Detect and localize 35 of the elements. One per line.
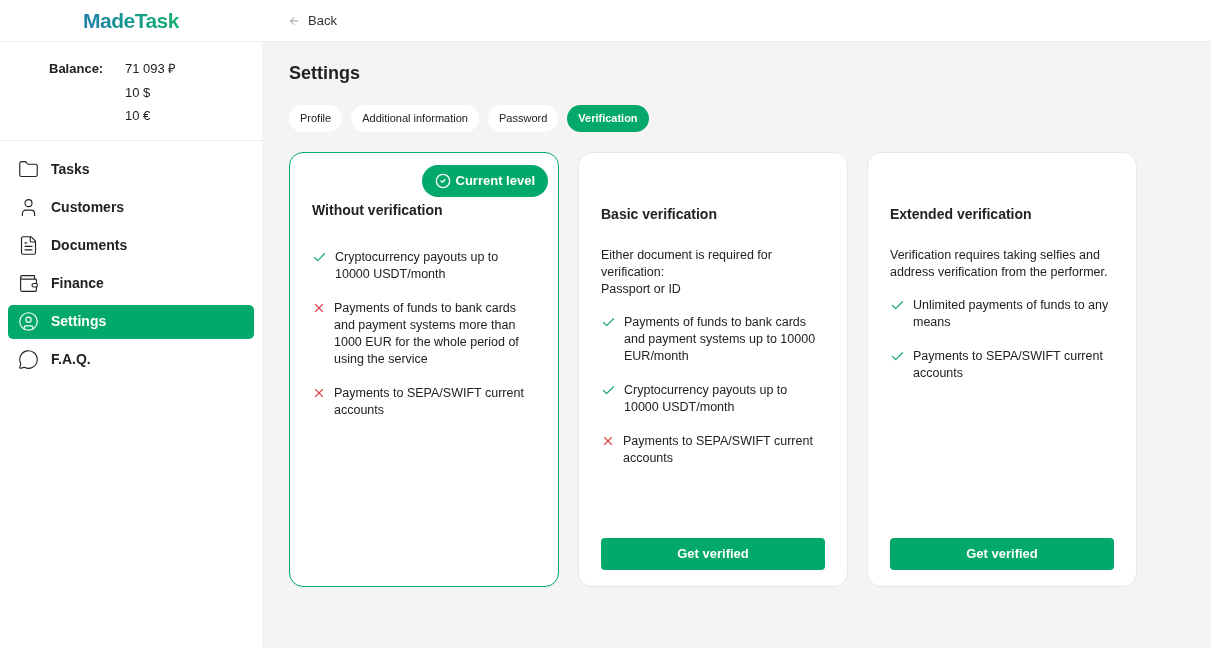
card-title: Without verification bbox=[312, 201, 444, 220]
nav-item[interactable]: Tasks bbox=[8, 152, 254, 187]
balance-label: Balance: bbox=[49, 60, 105, 78]
tab[interactable]: Profile bbox=[289, 105, 343, 132]
back-link[interactable]: Back bbox=[288, 10, 337, 31]
nav-item[interactable]: Documents bbox=[8, 228, 254, 263]
feature-text: Cryptocurrency payouts up to 10000 USDT/month bbox=[335, 249, 500, 283]
card-description: Either document is required for verification: Passport or ID bbox=[601, 247, 773, 298]
feature-text: Payments of funds to bank cards and payment systems up to 10000 EUR/month bbox=[624, 314, 817, 365]
feature-text: Payments to SEPA/SWIFT current accounts bbox=[334, 385, 525, 419]
user-circle-icon bbox=[18, 311, 39, 332]
feature-text: Payments of funds to bank cards and payment systems more than 1000 EUR for the whole period of using the service bbox=[334, 300, 520, 368]
nav-item[interactable]: Customers bbox=[8, 190, 254, 225]
feature-text: Unlimited payments of funds to any means bbox=[913, 297, 1110, 331]
nav-item[interactable]: Finance bbox=[8, 266, 254, 301]
card-title: Extended verification bbox=[890, 205, 1033, 224]
feature-text: Payments to SEPA/SWIFT current accounts bbox=[623, 433, 814, 467]
tab[interactable]: Additional information bbox=[351, 105, 479, 132]
page-title: Settings bbox=[289, 62, 361, 85]
speech-bubble-icon bbox=[18, 349, 39, 370]
tab[interactable]: Password bbox=[488, 105, 559, 132]
balance-amount: 10 $ bbox=[125, 83, 152, 102]
current-level-badge: Current level bbox=[421, 165, 548, 197]
feature-text: Cryptocurrency payouts up to 10000 USDT/month bbox=[624, 382, 789, 416]
check-circle-icon bbox=[434, 173, 451, 189]
card-title: Basic verification bbox=[601, 205, 718, 224]
balance-amount: 10 € bbox=[125, 107, 152, 125]
nav-item[interactable]: F.A.Q. bbox=[8, 342, 254, 377]
balance-amount: 71 093 ₽ bbox=[125, 60, 177, 78]
folder-icon bbox=[18, 159, 39, 180]
arrow-left-icon bbox=[288, 14, 300, 27]
document-icon bbox=[18, 235, 39, 256]
wallet-icon bbox=[18, 273, 39, 294]
card-description: Verification requires taking selfies and address verification from the performer. bbox=[890, 247, 1109, 281]
feature-text: Payments to SEPA/SWIFT current accounts bbox=[913, 348, 1104, 382]
